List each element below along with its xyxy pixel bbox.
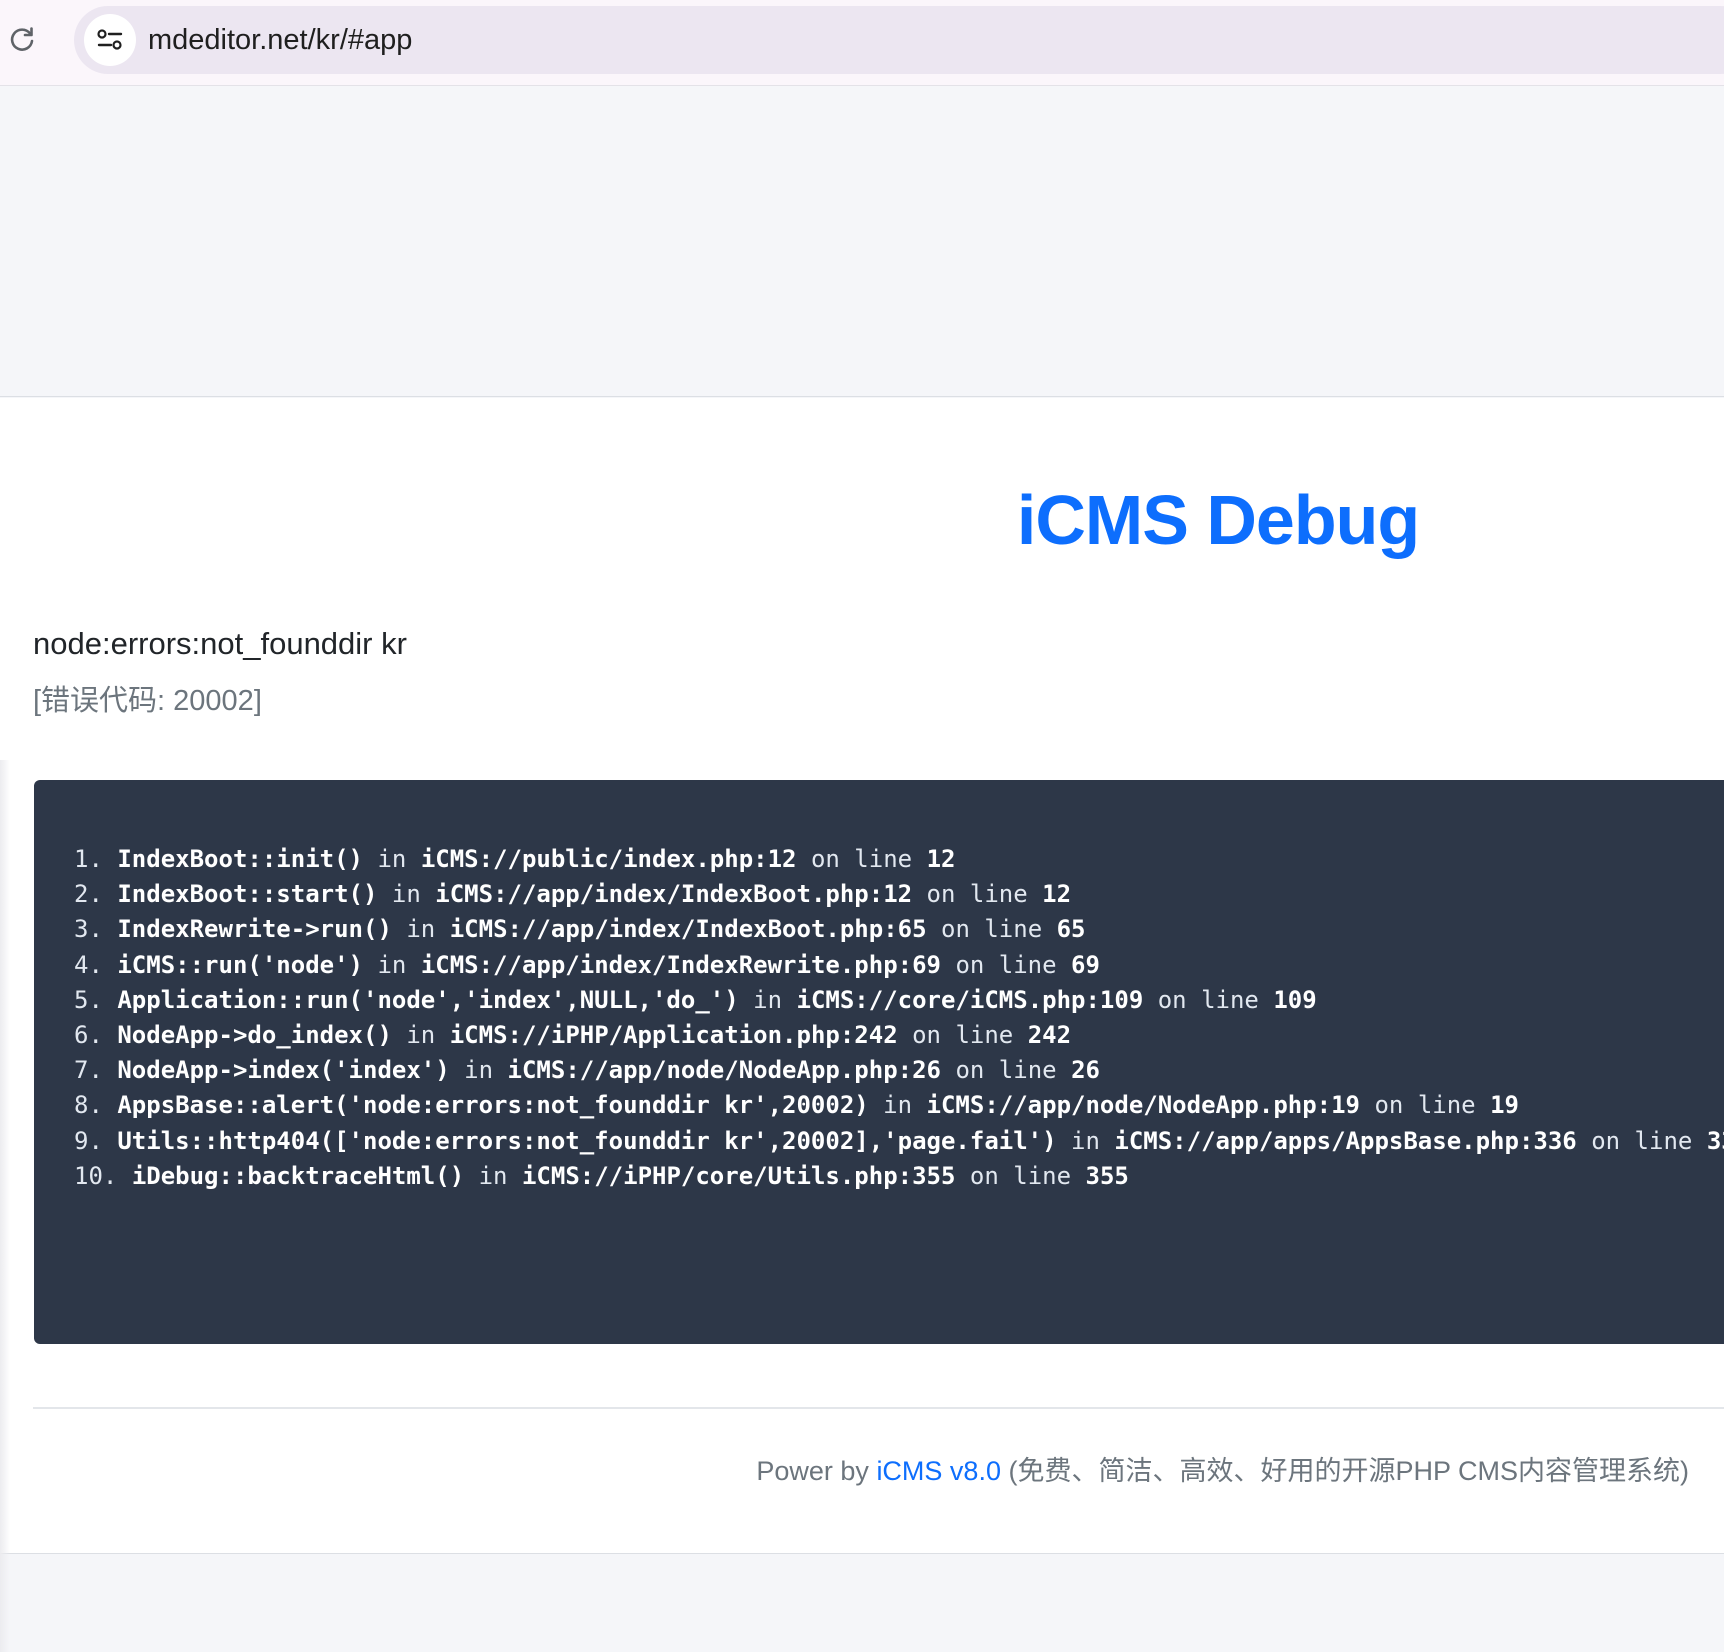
- trace-in-word: in: [406, 915, 436, 944]
- trace-in-word: in: [1071, 1126, 1100, 1155]
- backtrace-row: 10. iDebug::backtraceHtml() in iCMS://iP…: [74, 1159, 1724, 1194]
- trace-line-number: 69: [1071, 950, 1100, 979]
- trace-call: IndexBoot::init(): [117, 845, 363, 873]
- header-band: [0, 87, 1724, 397]
- trace-file: iCMS://app/index/IndexBoot.php:65: [449, 915, 927, 944]
- trace-line-number: 12: [1042, 880, 1072, 909]
- trace-on-line-word: on line: [1374, 1091, 1476, 1120]
- trace-number: 10.: [74, 1161, 118, 1190]
- backtrace-row: 8. AppsBase::alert('node:errors:not_foun…: [74, 1088, 1724, 1123]
- trace-call: Application::run('node','index',NULL,'do…: [117, 985, 739, 1014]
- trace-on-line-word: on line: [941, 915, 1043, 944]
- trace-number: 8.: [74, 1091, 103, 1120]
- backtrace-row: 6. NodeApp->do_index() in iCMS://iPHP/Ap…: [74, 1018, 1724, 1053]
- page-title: iCMS Debug: [1016, 481, 1420, 559]
- trace-on-line-word: on line: [926, 880, 1028, 909]
- trace-on-line-word: on line: [1591, 1126, 1693, 1155]
- trace-file: iCMS://app/index/IndexRewrite.php:69: [420, 950, 941, 979]
- trace-in-word: in: [377, 950, 407, 979]
- trace-number: 1.: [74, 845, 103, 873]
- trace-in-word: in: [406, 1020, 436, 1049]
- site-info-icon[interactable]: [84, 14, 136, 66]
- trace-file: iCMS://iPHP/Application.php:242: [449, 1020, 898, 1049]
- trace-call: IndexBoot::start(): [117, 880, 378, 909]
- trace-number: 3.: [74, 915, 103, 944]
- footer: Power by iCMS v8.0 (免费、简洁、高效、好用的开源PHP CM…: [756, 1455, 1689, 1487]
- trace-in-word: in: [753, 985, 783, 1014]
- trace-on-line-word: on line: [955, 950, 1057, 979]
- debug-card: iCMS Debug node:errors:not_founddir kr […: [0, 398, 1724, 1554]
- backtrace-list: 1. IndexBoot::init() in iCMS://public/in…: [74, 842, 1724, 1194]
- footer-prefix: Power by: [756, 1456, 877, 1486]
- backtrace-row: 3. IndexRewrite->run() in iCMS://app/ind…: [74, 912, 1724, 947]
- trace-call: AppsBase::alert('node:errors:not_founddi…: [117, 1091, 869, 1120]
- error-message: node:errors:not_founddir kr: [33, 626, 407, 661]
- trace-line-number: 109: [1273, 985, 1317, 1014]
- trace-in-word: in: [883, 1091, 913, 1120]
- browser-toolbar: mdeditor.net/kr/#app: [0, 0, 1724, 86]
- trace-file: iCMS://core/iCMS.php:109: [796, 985, 1144, 1014]
- backtrace-panel: 1. IndexBoot::init() in iCMS://public/in…: [34, 780, 1724, 1344]
- trace-on-line-word: on line: [810, 845, 913, 873]
- trace-file: iCMS://app/index/IndexBoot.php:12: [435, 880, 913, 909]
- trace-call: NodeApp->do_index(): [117, 1020, 392, 1049]
- trace-line-number: 12: [926, 845, 956, 873]
- trace-number: 7.: [74, 1056, 103, 1085]
- trace-number: 4.: [74, 950, 103, 979]
- trace-call: NodeApp->index('index'): [117, 1056, 450, 1085]
- backtrace-row: 5. Application::run('node','index',NULL,…: [74, 983, 1724, 1018]
- footer-suffix: (免费、简洁、高效、好用的开源PHP CMS内容管理系统): [1000, 1456, 1689, 1486]
- trace-number: 2.: [74, 880, 103, 909]
- trace-in-word: in: [391, 880, 421, 909]
- address-bar[interactable]: mdeditor.net/kr/#app: [74, 6, 1724, 74]
- trace-line-number: 26: [1071, 1056, 1100, 1085]
- url-text[interactable]: mdeditor.net/kr/#app: [148, 24, 412, 56]
- backtrace-row: 4. iCMS::run('node') in iCMS://app/index…: [74, 948, 1724, 983]
- trace-line-number: 65: [1056, 915, 1086, 944]
- trace-file: iCMS://app/apps/AppsBase.php:336: [1114, 1126, 1577, 1155]
- footer-icms-link[interactable]: iCMS v8.0: [876, 1456, 1001, 1486]
- footer-divider: [33, 1407, 1724, 1409]
- trace-on-line-word: on line: [1157, 985, 1259, 1014]
- trace-call: Utils::http404(['node:errors:not_founddi…: [117, 1126, 1057, 1155]
- trace-on-line-word: on line: [955, 1056, 1057, 1085]
- trace-call: iCMS::run('node'): [117, 950, 363, 979]
- trace-line-number: 355: [1085, 1161, 1129, 1190]
- trace-line-number: 336: [1706, 1126, 1724, 1155]
- reload-icon[interactable]: [6, 24, 38, 56]
- trace-file: iCMS://iPHP/core/Utils.php:355: [521, 1161, 956, 1190]
- trace-call: IndexRewrite->run(): [117, 915, 392, 944]
- backtrace-row: 9. Utils::http404(['node:errors:not_foun…: [74, 1124, 1724, 1159]
- trace-on-line-word: on line: [969, 1161, 1072, 1190]
- trace-in-word: in: [478, 1161, 508, 1190]
- trace-on-line-word: on line: [912, 1020, 1014, 1049]
- backtrace-row: 1. IndexBoot::init() in iCMS://public/in…: [74, 842, 1724, 877]
- trace-in-word: in: [377, 845, 407, 873]
- trace-line-number: 19: [1490, 1091, 1519, 1120]
- error-code: [错误代码: 20002]: [33, 685, 262, 717]
- trace-file: iCMS://app/node/NodeApp.php:19: [926, 1091, 1361, 1120]
- trace-number: 6.: [74, 1020, 103, 1049]
- backtrace-row: 7. NodeApp->index('index') in iCMS://app…: [74, 1053, 1724, 1088]
- backtrace-row: 2. IndexBoot::start() in iCMS://app/inde…: [74, 877, 1724, 912]
- trace-number: 5.: [74, 985, 103, 1014]
- trace-file: iCMS://app/node/NodeApp.php:26: [507, 1056, 941, 1085]
- trace-line-number: 242: [1027, 1020, 1072, 1049]
- window-edge-shadow: [0, 760, 10, 1652]
- trace-number: 9.: [74, 1126, 103, 1155]
- trace-file: iCMS://public/index.php:12: [420, 845, 797, 873]
- trace-in-word: in: [464, 1056, 494, 1085]
- trace-call: iDebug::backtraceHtml(): [131, 1161, 465, 1190]
